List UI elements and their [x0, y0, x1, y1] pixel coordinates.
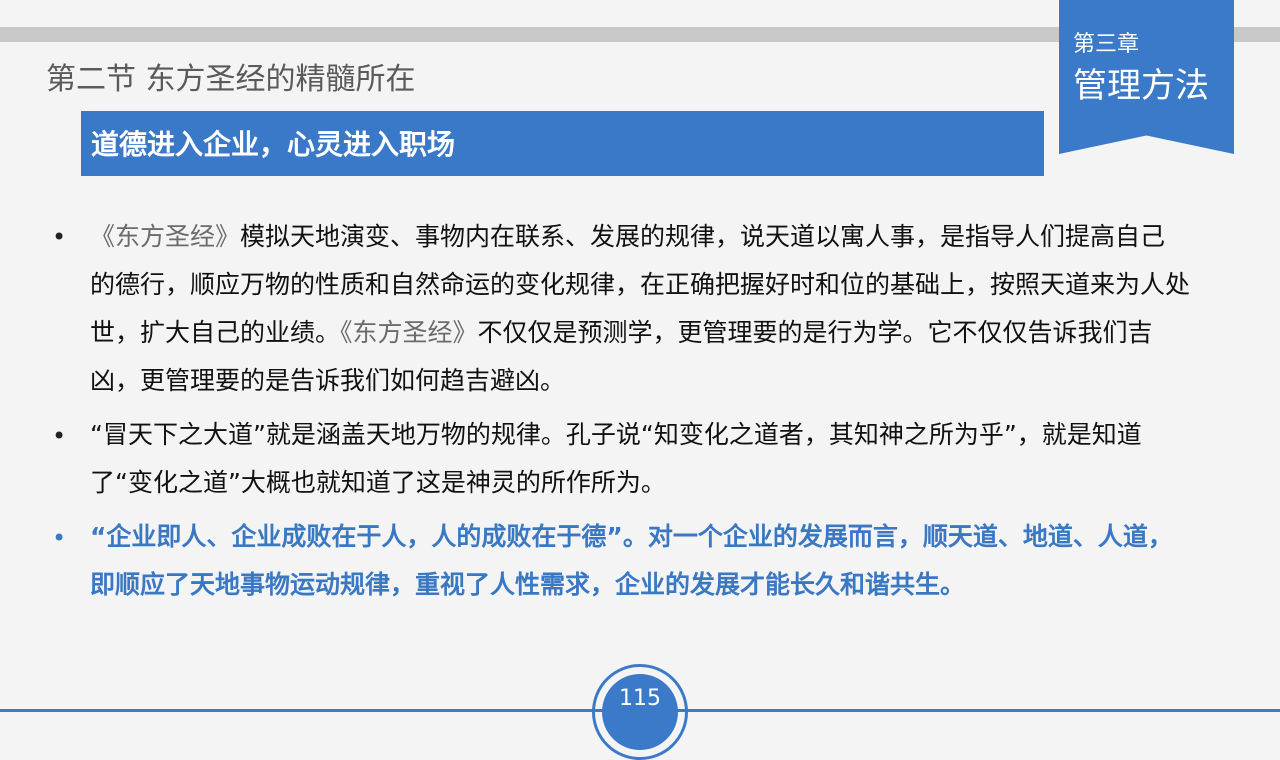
paragraph-text: “冒天下之大道”就是涵盖天地万物的规律。孔子说“知变化之道者，其知神之所为乎”，…: [90, 420, 1142, 497]
section-title: 第二节 东方圣经的精髓所在: [46, 62, 416, 97]
book-title-ref: 《东方圣经》: [90, 222, 241, 251]
paragraph-text: “企业即人、企业成败在于人，人的成败在于德”。对一个企业的发展而言，顺天道、地道…: [90, 522, 1173, 599]
bullet-dot: •: [52, 223, 67, 251]
bullet-paragraph: 《东方圣经》模拟天地演变、事物内在联系、发展的规律，说天道以寓人事，是指导人们提…: [90, 213, 1190, 405]
bullet-dot: •: [52, 524, 67, 552]
chapter-label: 第三章: [1073, 32, 1140, 57]
heading-banner: 道德进入企业，心灵进入职场: [81, 111, 1044, 176]
chapter-title: 管理方法: [1073, 66, 1209, 106]
bullet-dot: •: [52, 422, 67, 450]
chapter-ribbon: 第三章 管理方法: [1059, 0, 1234, 154]
heading-text: 道德进入企业，心灵进入职场: [91, 128, 456, 161]
book-title-ref: 《东方圣经》: [340, 318, 478, 347]
bullet-paragraph: “冒天下之大道”就是涵盖天地万物的规律。孔子说“知变化之道者，其知神之所为乎”，…: [90, 411, 1190, 507]
page-number: 115: [619, 686, 661, 711]
bullet-paragraph-highlight: “企业即人、企业成败在于人，人的成败在于德”。对一个企业的发展而言，顺天道、地道…: [90, 513, 1190, 609]
